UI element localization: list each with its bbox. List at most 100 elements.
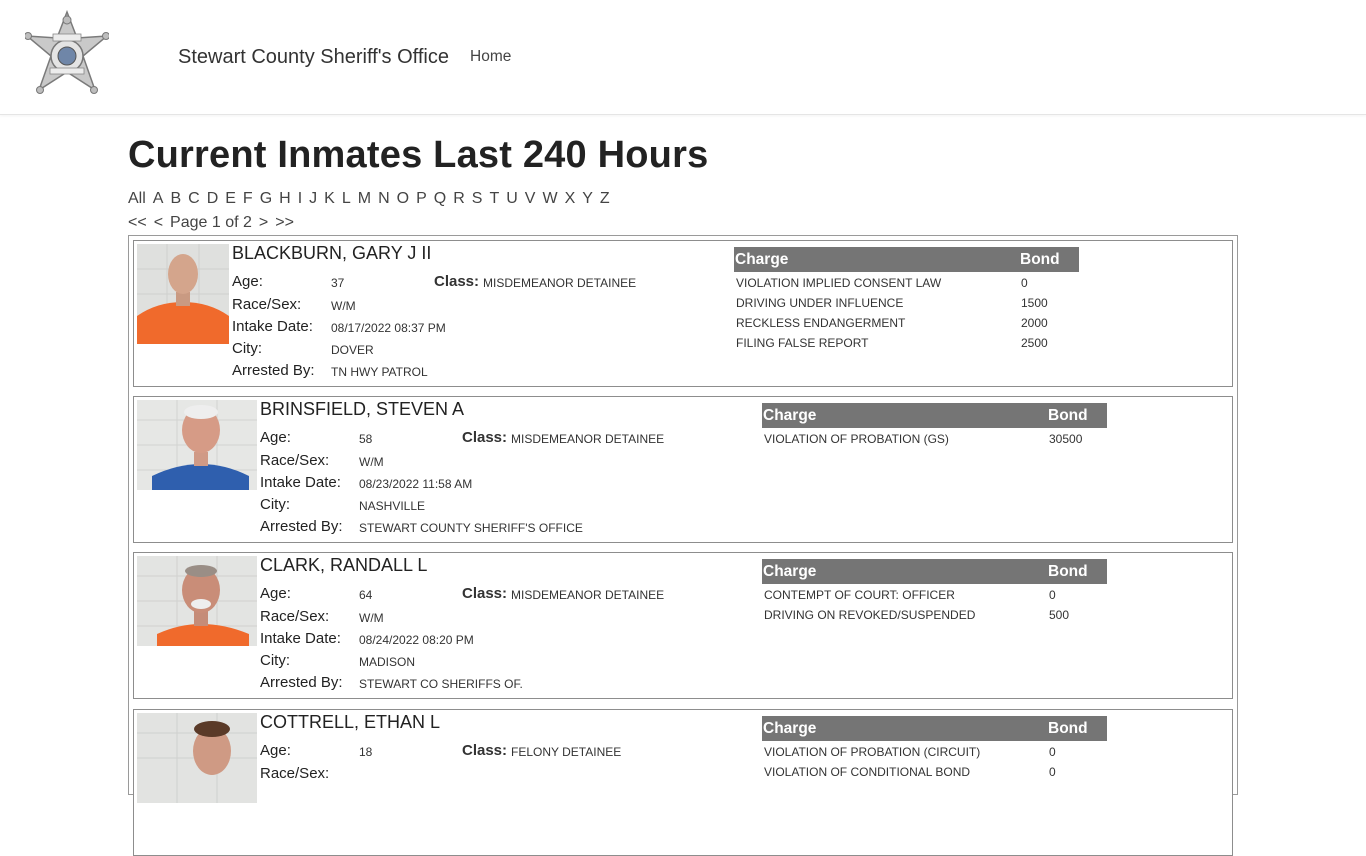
age-label: Age: [260, 742, 291, 759]
letter-filter-y[interactable]: Y [582, 190, 593, 208]
charge-row: CONTEMPT OF COURT: OFFICER 0 [762, 584, 1107, 604]
letter-filter-j[interactable]: J [309, 190, 317, 208]
city-value: NASHVILLE [359, 499, 426, 513]
letter-filter-d[interactable]: D [207, 190, 219, 208]
class-value: FELONY DETAINEE [511, 745, 622, 759]
city-label: City: [232, 340, 262, 357]
charge-row: RECKLESS ENDANGERMENT 2000 [734, 312, 1079, 332]
letter-filter-p[interactable]: P [416, 190, 427, 208]
top-navbar: Stewart County Sheriff's Office Home [0, 0, 1366, 115]
inmate-photo[interactable] [137, 556, 257, 646]
charges-table: Charge Bond VIOLATION OF PROBATION (GS) 30… [762, 403, 1107, 448]
inmate-name[interactable]: CLARK, RANDALL L [260, 555, 760, 576]
inmate-card: BLACKBURN, GARY J II Age: 37 Class: MISDEME… [133, 240, 1233, 387]
city-label: City: [260, 652, 290, 669]
inmate-name[interactable]: COTTRELL, ETHAN L [260, 712, 760, 733]
letter-filter-z[interactable]: Z [600, 190, 610, 208]
inmate-card: COTTRELL, ETHAN L Age: 18 Class: FELONY DET… [133, 709, 1233, 856]
class-value: MISDEMEANOR DETAINEE [511, 432, 665, 446]
charges-table: Charge Bond VIOLATION IMPLIED CONSENT LAW… [734, 247, 1079, 352]
class-label: Class: [462, 742, 508, 759]
first-page-link[interactable]: << [128, 214, 147, 232]
letter-filter-s[interactable]: S [472, 190, 483, 208]
letter-filter-i[interactable]: I [298, 190, 302, 208]
class-label: Class: [434, 273, 480, 290]
charges-header: Charge Bond [734, 247, 1079, 272]
letter-filter-all[interactable]: All [128, 190, 146, 208]
prev-page-link[interactable]: < [154, 214, 163, 232]
charges-table: Charge Bond VIOLATION OF PROBATION (CIRCU… [762, 716, 1107, 781]
charge-row: VIOLATION OF CONDITIONAL BOND 0 [762, 761, 1107, 781]
age-label: Age: [260, 585, 291, 602]
letter-filter-r[interactable]: R [453, 190, 465, 208]
charge-row: VIOLATION OF PROBATION (GS) 30500 [762, 428, 1107, 448]
city-value: MADISON [359, 655, 416, 669]
letter-filter-x[interactable]: X [565, 190, 576, 208]
charge-row: VIOLATION IMPLIED CONSENT LAW 0 [734, 272, 1079, 292]
charge-text: VIOLATION OF PROBATION (CIRCUIT) [764, 745, 981, 759]
letter-filter-b[interactable]: B [170, 190, 181, 208]
inmate-info: BLACKBURN, GARY J II Age: 37 Class: MISDEME… [232, 243, 732, 379]
inmate-photo[interactable] [137, 400, 257, 490]
class-value: MISDEMEANOR DETAINEE [511, 588, 665, 602]
bond-column-header: Bond [1048, 563, 1088, 580]
race-sex-value: W/M [359, 611, 384, 625]
bond-column-header: Bond [1020, 251, 1060, 268]
inmate-name[interactable]: BLACKBURN, GARY J II [232, 243, 732, 264]
letter-filter-u[interactable]: U [506, 190, 518, 208]
race-sex-label: Race/Sex: [260, 452, 330, 469]
inmate-photo[interactable] [137, 713, 257, 803]
next-page-link[interactable]: > [259, 214, 268, 232]
letter-filter-c[interactable]: C [188, 190, 200, 208]
bond-column-header: Bond [1048, 720, 1088, 737]
intake-date-label: Intake Date: [260, 630, 341, 647]
charge-row: DRIVING UNDER INFLUENCE 1500 [734, 292, 1079, 312]
letter-filter-l[interactable]: L [342, 190, 351, 208]
charge-column-header: Charge [763, 720, 817, 737]
arrested-by-value: STEWART COUNTY SHERIFF'S OFFICE [359, 521, 583, 535]
site-brand[interactable]: Stewart County Sheriff's Office [178, 46, 449, 69]
inmate-photo[interactable] [137, 244, 229, 344]
age-value: 37 [331, 276, 345, 290]
inmate-name[interactable]: BRINSFIELD, STEVEN A [260, 399, 760, 420]
last-page-link[interactable]: >> [275, 214, 294, 232]
charge-text: VIOLATION OF CONDITIONAL BOND [764, 765, 971, 779]
bond-column-header: Bond [1048, 407, 1088, 424]
letter-filter-v[interactable]: V [525, 190, 536, 208]
charge-column-header: Charge [763, 407, 817, 424]
letter-filter-a[interactable]: A [153, 190, 164, 208]
inmate-card: BRINSFIELD, STEVEN A Age: 58 Class: MISDEME… [133, 396, 1233, 543]
age-value: 64 [359, 588, 373, 602]
bond-amount: 500 [1049, 608, 1070, 622]
intake-date-value: 08/24/2022 08:20 PM [359, 633, 474, 647]
intake-date-value: 08/17/2022 08:37 PM [331, 321, 446, 335]
letter-filter-o[interactable]: O [397, 190, 409, 208]
charges-header: Charge Bond [762, 716, 1107, 741]
intake-date-value: 08/23/2022 11:58 AM [359, 477, 473, 491]
letter-filter-q[interactable]: Q [434, 190, 446, 208]
letter-filter-k[interactable]: K [324, 190, 335, 208]
letter-filter-g[interactable]: G [260, 190, 272, 208]
age-value: 58 [359, 432, 373, 446]
intake-date-label: Intake Date: [260, 474, 341, 491]
inmate-list: BLACKBURN, GARY J II Age: 37 Class: MISDEME… [128, 235, 1238, 856]
inmate-info: COTTRELL, ETHAN L Age: 18 Class: FELONY DET… [260, 712, 760, 782]
letter-filter-h[interactable]: H [279, 190, 291, 208]
letter-filter-m[interactable]: M [358, 190, 371, 208]
page-status: Page 1 of 2 [170, 214, 252, 231]
charge-text: DRIVING ON REVOKED/SUSPENDED [764, 608, 976, 622]
letter-filter-n[interactable]: N [378, 190, 390, 208]
charge-row: DRIVING ON REVOKED/SUSPENDED 500 [762, 604, 1107, 624]
bond-amount: 30500 [1049, 432, 1083, 446]
nav-home-link[interactable]: Home [470, 48, 511, 66]
charges-table: Charge Bond CONTEMPT OF COURT: OFFICER 0 D… [762, 559, 1107, 624]
bond-amount: 0 [1021, 276, 1028, 290]
race-sex-label: Race/Sex: [232, 296, 302, 313]
sheriff-star-logo[interactable] [24, 9, 110, 104]
city-value: DOVER [331, 343, 374, 357]
charge-text: VIOLATION IMPLIED CONSENT LAW [736, 276, 942, 290]
letter-filter-e[interactable]: E [225, 190, 236, 208]
letter-filter-f[interactable]: F [243, 190, 253, 208]
letter-filter-t[interactable]: T [489, 190, 499, 208]
letter-filter-w[interactable]: W [542, 190, 557, 208]
